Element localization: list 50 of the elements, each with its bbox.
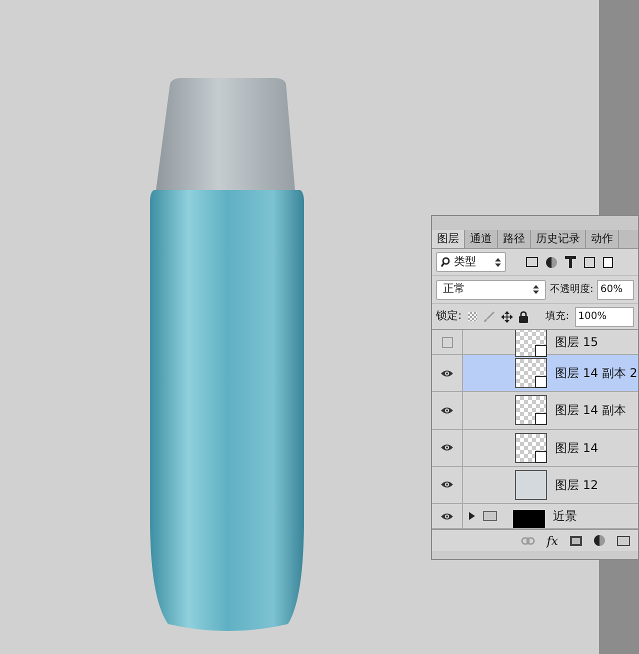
layer-row[interactable]: 图层 14 bbox=[432, 430, 638, 467]
adjustment-icon[interactable] bbox=[594, 535, 605, 546]
smart-filter-icon[interactable] bbox=[603, 256, 613, 268]
opacity-field[interactable]: 60% bbox=[597, 280, 634, 300]
eye-icon[interactable] bbox=[440, 443, 454, 452]
layer-thumbnail bbox=[515, 470, 547, 500]
filter-dropdown[interactable]: 类型 bbox=[436, 252, 506, 272]
adjustment-filter-icon[interactable] bbox=[546, 256, 557, 268]
lock-label: 锁定: bbox=[436, 308, 462, 324]
layer-name: 图层 14 副本 2 bbox=[555, 365, 638, 382]
eye-icon[interactable] bbox=[440, 480, 454, 490]
fill-field[interactable]: 100% bbox=[575, 306, 634, 326]
eye-icon[interactable] bbox=[440, 368, 454, 378]
layer-row[interactable]: 图层 15 bbox=[432, 330, 638, 355]
type-filter-icon[interactable] bbox=[565, 256, 576, 268]
smart-object-icon bbox=[535, 376, 547, 388]
search-icon bbox=[441, 257, 450, 267]
layer-name: 图层 14 副本 bbox=[555, 402, 626, 420]
layer-name: 图层 15 bbox=[555, 334, 598, 351]
smart-object-icon bbox=[535, 413, 547, 426]
layer-row[interactable]: 图层 14 副本 bbox=[432, 392, 638, 430]
shape-filter-icon[interactable] bbox=[584, 256, 595, 268]
mask-thumbnail bbox=[513, 510, 545, 528]
blend-mode-dropdown[interactable]: 正常 bbox=[436, 280, 546, 300]
updown-icon bbox=[533, 285, 539, 294]
fill-label: 填充: bbox=[546, 310, 570, 324]
layer-name: 近景 bbox=[553, 508, 577, 525]
filter-value: 类型 bbox=[454, 254, 477, 270]
lock-icon[interactable] bbox=[518, 310, 528, 322]
eye-icon[interactable] bbox=[440, 406, 454, 415]
mask-icon[interactable] bbox=[570, 536, 582, 546]
move-icon[interactable] bbox=[500, 310, 513, 322]
layer-row[interactable]: 图层 14 副本 2 bbox=[432, 355, 638, 392]
blend-mode-value: 正常 bbox=[443, 281, 466, 298]
layer-row[interactable]: 图层 12 bbox=[432, 466, 638, 504]
image-filter-icon[interactable] bbox=[526, 257, 538, 267]
smart-object-icon bbox=[535, 345, 547, 357]
smart-object-icon bbox=[535, 450, 547, 463]
updown-icon bbox=[495, 258, 501, 266]
resize-grip[interactable] bbox=[432, 551, 638, 559]
layer-name: 图层 14 bbox=[555, 440, 598, 457]
panel-tab[interactable]: 图层 bbox=[432, 230, 465, 248]
folder-icon[interactable] bbox=[617, 536, 630, 546]
layer-row[interactable]: 近景 bbox=[432, 504, 638, 529]
effects-button[interactable]: fx bbox=[546, 532, 558, 550]
expand-arrow[interactable] bbox=[469, 512, 475, 520]
opacity-label: 不透明度: bbox=[550, 282, 594, 297]
layer-name: 图层 12 bbox=[555, 476, 598, 494]
eye-icon[interactable] bbox=[440, 512, 454, 520]
folder-icon bbox=[483, 511, 497, 521]
